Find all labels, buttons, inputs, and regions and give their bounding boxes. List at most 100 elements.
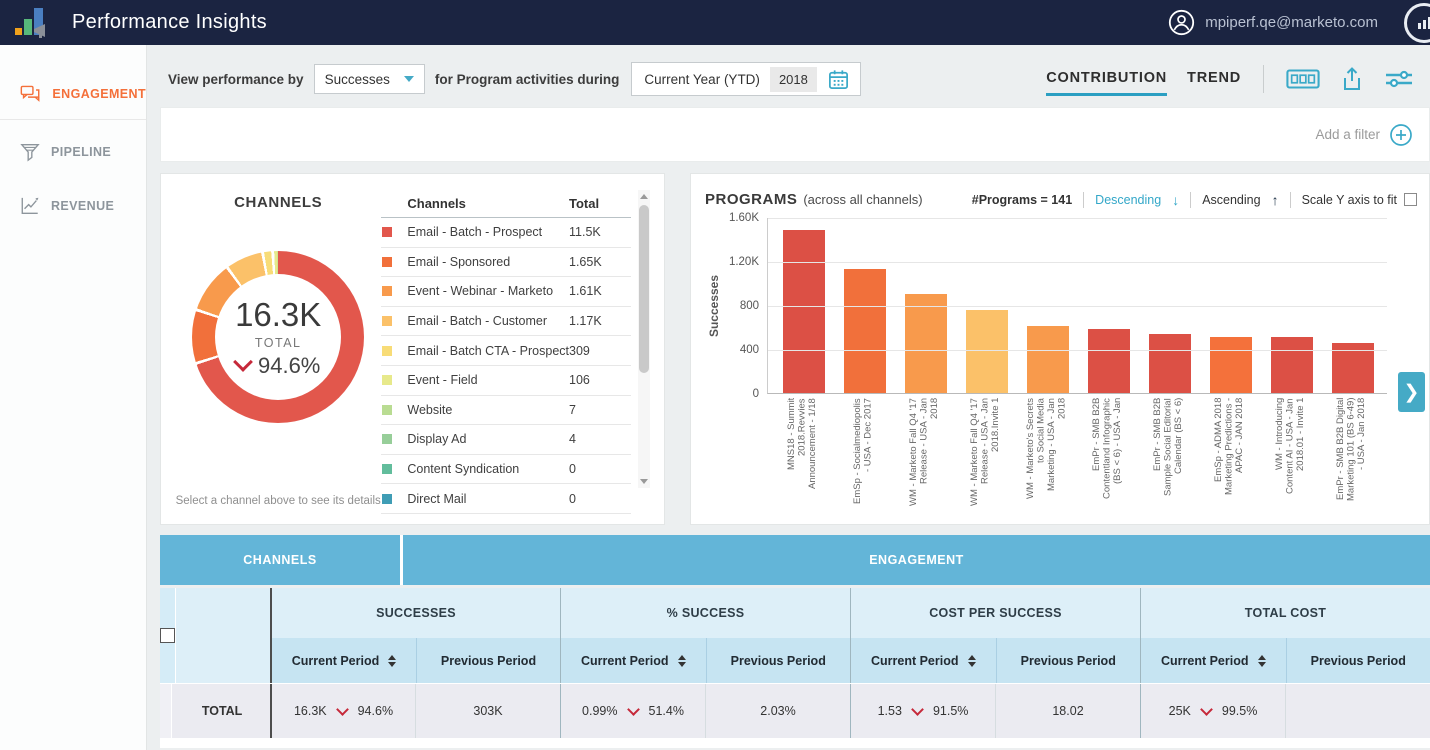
gridline xyxy=(768,262,1387,263)
channel-legend-row[interactable]: Email - Batch - Prospect11.5K xyxy=(381,218,631,248)
channel-legend-row[interactable]: Event - Field106 xyxy=(381,366,631,396)
subheader-current-period[interactable]: Current Period xyxy=(851,638,996,683)
channel-legend-row[interactable]: Event - Webinar - Marketo1.61K xyxy=(381,277,631,307)
program-label: EmPr - SMB B2B Digital Marketing 101 (BS… xyxy=(1336,398,1368,506)
programs-panel: PROGRAMS (across all channels) #Programs… xyxy=(690,173,1430,525)
sort-arrows-icon[interactable] xyxy=(388,655,396,667)
program-bar[interactable] xyxy=(1271,337,1313,393)
scale-y-checkbox[interactable] xyxy=(1404,193,1417,206)
channel-legend-row[interactable]: Website7 xyxy=(381,396,631,426)
channel-total: 106 xyxy=(569,373,631,387)
legend-header-total: Total xyxy=(569,196,631,211)
scroll-up-icon[interactable] xyxy=(640,194,648,199)
scrollbar-thumb[interactable] xyxy=(639,205,649,373)
tab-trend[interactable]: TREND xyxy=(1187,70,1241,96)
down-chevron-icon xyxy=(911,703,924,716)
channel-color-swatch xyxy=(382,316,392,326)
select-all-checkbox[interactable] xyxy=(160,628,175,643)
channel-color-swatch xyxy=(382,257,392,267)
channel-legend-row[interactable]: Email - Batch - Customer1.17K xyxy=(381,307,631,337)
y-tick-label: 400 xyxy=(740,344,759,356)
table-channels-header: CHANNELS xyxy=(160,535,403,585)
subheader-previous-period[interactable]: Previous Period xyxy=(1286,638,1430,683)
activities-label: for Program activities during xyxy=(435,72,620,87)
y-tick-label: 800 xyxy=(740,300,759,312)
y-tick-label: 0 xyxy=(753,388,759,400)
settings-sliders-icon[interactable] xyxy=(1384,67,1414,91)
group-header-total-cost: TOTAL COST xyxy=(1141,588,1430,638)
channel-legend-row[interactable]: Email - Sponsored1.65K xyxy=(381,248,631,278)
table-engagement-header: ENGAGEMENT xyxy=(403,535,1430,585)
program-bar[interactable] xyxy=(844,269,886,393)
sort-arrows-icon[interactable] xyxy=(1258,655,1266,667)
program-bar[interactable] xyxy=(1210,337,1252,393)
calendar-icon[interactable] xyxy=(827,68,850,91)
subheader-current-period[interactable]: Current Period xyxy=(1141,638,1286,683)
descending-arrow-icon[interactable]: ↓ xyxy=(1172,192,1179,208)
program-bar[interactable] xyxy=(905,294,947,393)
engagement-table: CHANNELS ENGAGEMENT SUCCESSESCurrent Per… xyxy=(160,535,1430,748)
sort-arrows-icon[interactable] xyxy=(968,655,976,667)
program-bar[interactable] xyxy=(1027,326,1069,393)
channels-legend-list: Email - Batch - Prospect11.5KEmail - Spo… xyxy=(381,218,631,514)
channels-panel-title: CHANNELS xyxy=(234,194,322,211)
period-select[interactable]: Current Year (YTD) 2018 xyxy=(631,62,860,96)
top-bar: Performance Insights mpiperf.qe@marketo.… xyxy=(0,0,1430,45)
donut-total-value: 16.3K xyxy=(235,296,321,334)
x-axis-labels: MNS18 - Summit 2018.Revvies Announcement… xyxy=(767,398,1387,506)
channel-color-swatch xyxy=(382,346,392,356)
pct-success-current-delta: 51.4% xyxy=(649,704,684,718)
sort-arrows-icon[interactable] xyxy=(678,655,686,667)
sort-descending-link[interactable]: Descending xyxy=(1095,193,1161,207)
channel-label: Email - Batch - Prospect xyxy=(407,225,569,239)
subheader-previous-period[interactable]: Previous Period xyxy=(996,638,1141,683)
legend-scrollbar[interactable] xyxy=(638,190,650,488)
channel-legend-row[interactable]: Email - Batch CTA - Prospect309 xyxy=(381,336,631,366)
sidebar-item-revenue[interactable]: REVENUE xyxy=(0,186,146,226)
analytics-circle-icon[interactable] xyxy=(1404,3,1430,43)
scroll-down-icon[interactable] xyxy=(640,479,648,484)
metric-select[interactable]: Successes xyxy=(314,64,425,94)
subheader-current-period[interactable]: Current Period xyxy=(272,638,416,683)
channel-total: 11.5K xyxy=(569,225,631,239)
channels-hint: Select a channel above to see its detail… xyxy=(175,494,381,510)
subheader-current-period[interactable]: Current Period xyxy=(561,638,706,683)
export-icon[interactable] xyxy=(1340,66,1364,92)
app-logo-icon xyxy=(14,7,48,39)
ascending-arrow-icon[interactable]: ↑ xyxy=(1272,192,1279,208)
channel-legend-row[interactable]: Display Ad4 xyxy=(381,425,631,455)
channel-legend-row[interactable]: Content Syndication0 xyxy=(381,455,631,485)
sidebar-item-pipeline[interactable]: PIPELINE xyxy=(0,132,146,172)
channel-legend-row[interactable]: Direct Mail0 xyxy=(381,484,631,514)
next-page-button[interactable]: ❯ xyxy=(1398,372,1425,412)
sidebar-item-label: REVENUE xyxy=(51,199,114,213)
donut-total-label: TOTAL xyxy=(255,336,302,350)
donut-center: 16.3K TOTAL 94.6% xyxy=(215,274,341,400)
user-email[interactable]: mpiperf.qe@marketo.com xyxy=(1205,14,1378,31)
channel-total: 4 xyxy=(569,432,631,446)
sidebar-item-engagement[interactable]: ENGAGEMENT xyxy=(0,75,146,113)
channel-total: 0 xyxy=(569,462,631,476)
program-bar[interactable] xyxy=(783,230,825,393)
table-row-total[interactable]: TOTAL 16.3K 94.6% 303K 0.99% 51.4% xyxy=(160,683,1430,738)
subheader-previous-period[interactable]: Previous Period xyxy=(706,638,851,683)
tab-contribution[interactable]: CONTRIBUTION xyxy=(1046,70,1167,96)
user-avatar-icon[interactable] xyxy=(1168,9,1195,36)
channel-total: 7 xyxy=(569,403,631,417)
channel-color-swatch xyxy=(382,286,392,296)
toolbar: View performance by Successes for Progra… xyxy=(147,45,1430,107)
program-bar[interactable] xyxy=(1088,329,1130,393)
card-view-icon[interactable] xyxy=(1286,68,1320,90)
group-header-successes: SUCCESSES xyxy=(272,588,560,638)
channels-donut[interactable]: 16.3K TOTAL 94.6% xyxy=(192,251,364,423)
channel-color-swatch xyxy=(382,405,392,415)
add-filter-plus-icon[interactable] xyxy=(1389,123,1413,147)
sidebar-item-label: ENGAGEMENT xyxy=(52,87,146,101)
program-bar[interactable] xyxy=(966,310,1008,393)
sort-ascending-link[interactable]: Ascending xyxy=(1202,193,1260,207)
channel-label: Email - Sponsored xyxy=(407,255,569,269)
subheader-previous-period[interactable]: Previous Period xyxy=(416,638,560,683)
sidebar-item-label: PIPELINE xyxy=(51,145,111,159)
program-bar[interactable] xyxy=(1149,334,1191,393)
successes-current-delta: 94.6% xyxy=(358,704,393,718)
